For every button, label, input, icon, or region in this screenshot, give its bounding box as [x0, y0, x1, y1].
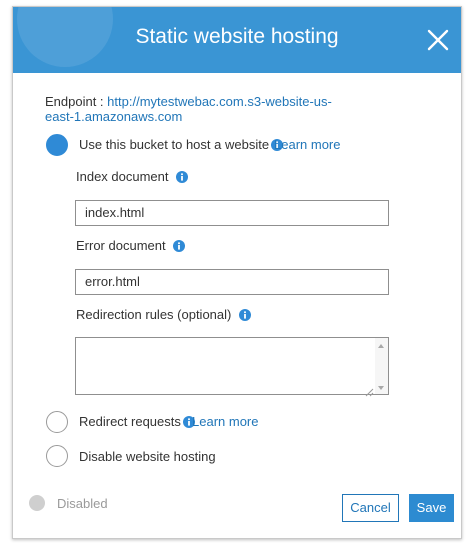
endpoint-label: Endpoint :	[45, 94, 104, 109]
endpoint-row: Endpoint : http://mytestwebac.com.s3-web…	[45, 94, 355, 124]
disable-hosting-label: Disable website hosting	[79, 449, 216, 464]
learn-more-redirect-link[interactable]: Learn more	[192, 414, 258, 429]
redirection-rules-textarea[interactable]	[75, 337, 389, 397]
info-icon[interactable]	[238, 309, 251, 324]
status-indicator-icon	[29, 495, 45, 511]
host-website-label: Use this bucket to host a website	[79, 137, 284, 154]
cancel-button[interactable]: Cancel	[342, 494, 399, 522]
scroll-up-arrow-icon[interactable]	[378, 344, 384, 348]
host-website-text: Use this bucket to host a website	[79, 137, 270, 152]
error-document-input[interactable]: error.html	[75, 269, 389, 295]
learn-more-host-link[interactable]: Learn more	[274, 137, 340, 152]
close-icon[interactable]	[425, 27, 451, 53]
textarea-scrollbar[interactable]	[375, 338, 388, 394]
index-document-input[interactable]: index.html	[75, 200, 389, 226]
error-document-text: Error document	[76, 238, 166, 253]
radio-redirect-requests[interactable]	[46, 411, 68, 433]
index-document-text: Index document	[76, 169, 169, 184]
info-icon[interactable]	[173, 240, 186, 255]
redirect-requests-text: Redirect requests	[79, 414, 181, 429]
info-icon[interactable]	[176, 171, 189, 186]
index-document-label: Index document	[76, 169, 189, 186]
scroll-down-arrow-icon[interactable]	[378, 386, 384, 390]
error-document-label: Error document	[76, 238, 186, 255]
radio-host-website[interactable]	[46, 134, 68, 156]
static-website-hosting-dialog: Static website hosting Endpoint : http:/…	[12, 6, 462, 539]
radio-disable-hosting[interactable]	[46, 445, 68, 467]
dialog-title: Static website hosting	[135, 25, 339, 48]
status-label: Disabled	[57, 496, 108, 511]
redirect-requests-label: Redirect requests	[79, 414, 195, 431]
dialog-header: Static website hosting	[13, 7, 461, 73]
redirection-rules-text: Redirection rules (optional)	[76, 307, 232, 322]
save-button[interactable]: Save	[409, 494, 454, 522]
redirection-rules-label: Redirection rules (optional)	[76, 307, 251, 324]
resize-grip-icon[interactable]	[365, 384, 374, 397]
